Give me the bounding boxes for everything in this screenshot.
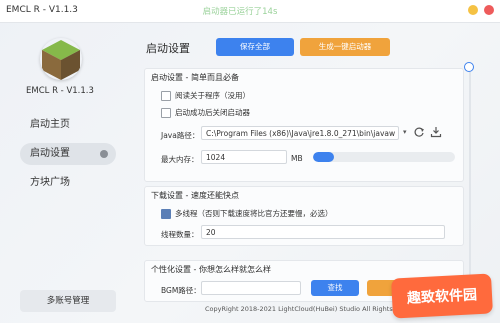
sidebar: EMCL R - V1.1.3 启动主页 启动设置 方块广场 多账号管理 [0, 22, 126, 323]
about-label: 阅读关于程序（没用） [175, 91, 250, 100]
page-title: 启动设置 [146, 42, 190, 55]
java-path-select[interactable]: C:\Program Files (x86)\Java\jre1.8.0_271… [201, 126, 399, 140]
grass-block-icon [42, 40, 80, 80]
launch-settings-panel: 启动设置 - 简单而且必备 阅读关于程序（没用） 启动成功后关闭启动器 Java… [144, 68, 464, 182]
max-memory-input[interactable]: 1024 [201, 150, 287, 164]
multithread-checkbox[interactable] [161, 209, 171, 219]
download-icon[interactable] [430, 126, 442, 138]
java-path-label: Java路径： [161, 131, 200, 140]
active-indicator-icon [100, 150, 108, 158]
minimize-button[interactable] [468, 5, 478, 15]
max-memory-label: 最大内存： [161, 155, 199, 164]
title-bar: EMCL R - V1.1.3 启动器已运行了14s [0, 0, 500, 23]
memory-slider-fill [313, 152, 335, 162]
multithread-label: 多线程（否则下载速度将比官方还要慢，必选） [175, 209, 333, 218]
sidebar-item-label: 启动设置 [30, 148, 70, 159]
window-title: EMCL R - V1.1.3 [6, 5, 78, 15]
thread-count-label: 线程数量： [161, 230, 199, 239]
max-memory-value: 1024 [206, 153, 226, 162]
sidebar-version: EMCL R - V1.1.3 [26, 86, 94, 96]
bgm-path-label: BGM路径： [161, 286, 201, 295]
sidebar-item-launch-settings[interactable]: 启动设置 [20, 143, 116, 165]
personal-panel-title: 个性化设置 - 你想怎么样就怎么样 [151, 265, 271, 274]
memory-unit: MB [291, 154, 303, 163]
sidebar-item-home[interactable]: 启动主页 [20, 114, 116, 136]
sidebar-item-block-square[interactable]: 方块广场 [20, 172, 116, 194]
close-button[interactable] [484, 5, 494, 15]
launch-panel-title: 启动设置 - 简单而且必备 [151, 73, 239, 82]
account-manager-button[interactable]: 多账号管理 [20, 290, 116, 312]
refresh-icon[interactable] [413, 126, 425, 138]
scrollbar-track[interactable] [469, 72, 471, 302]
thread-count-input[interactable]: 20 [201, 225, 445, 239]
scroll-handle[interactable] [464, 62, 474, 72]
watermark-text: 趣致软件园 [406, 287, 478, 307]
watermark-badge: 趣致软件园 [391, 273, 493, 319]
sidebar-item-label: 方块广场 [30, 177, 70, 188]
save-all-button[interactable]: 保存全部 [216, 38, 294, 56]
about-checkbox[interactable] [161, 91, 171, 101]
find-button[interactable]: 查找 [311, 280, 359, 296]
java-path-value: C:\Program Files (x86)\Java\jre1.8.0_271… [206, 129, 396, 138]
runtime-banner: 启动器已运行了14s [202, 7, 278, 17]
sidebar-item-label: 启动主页 [30, 119, 70, 130]
download-settings-panel: 下载设置 - 速度还能快点 多线程（否则下载速度将比官方还要慢，必选） 线程数量… [144, 186, 464, 246]
memory-slider[interactable] [313, 152, 455, 162]
close-after-launch-label: 启动成功后关闭启动器 [175, 108, 250, 117]
download-panel-title: 下载设置 - 速度还能快点 [151, 191, 239, 200]
close-after-launch-checkbox[interactable] [161, 108, 171, 118]
chevron-down-icon[interactable]: ▾ [403, 128, 407, 136]
generate-launcher-button[interactable]: 生成一键启动器 [300, 38, 390, 56]
avatar [40, 38, 82, 80]
thread-count-value: 20 [206, 228, 216, 237]
bgm-path-input[interactable] [201, 281, 301, 295]
